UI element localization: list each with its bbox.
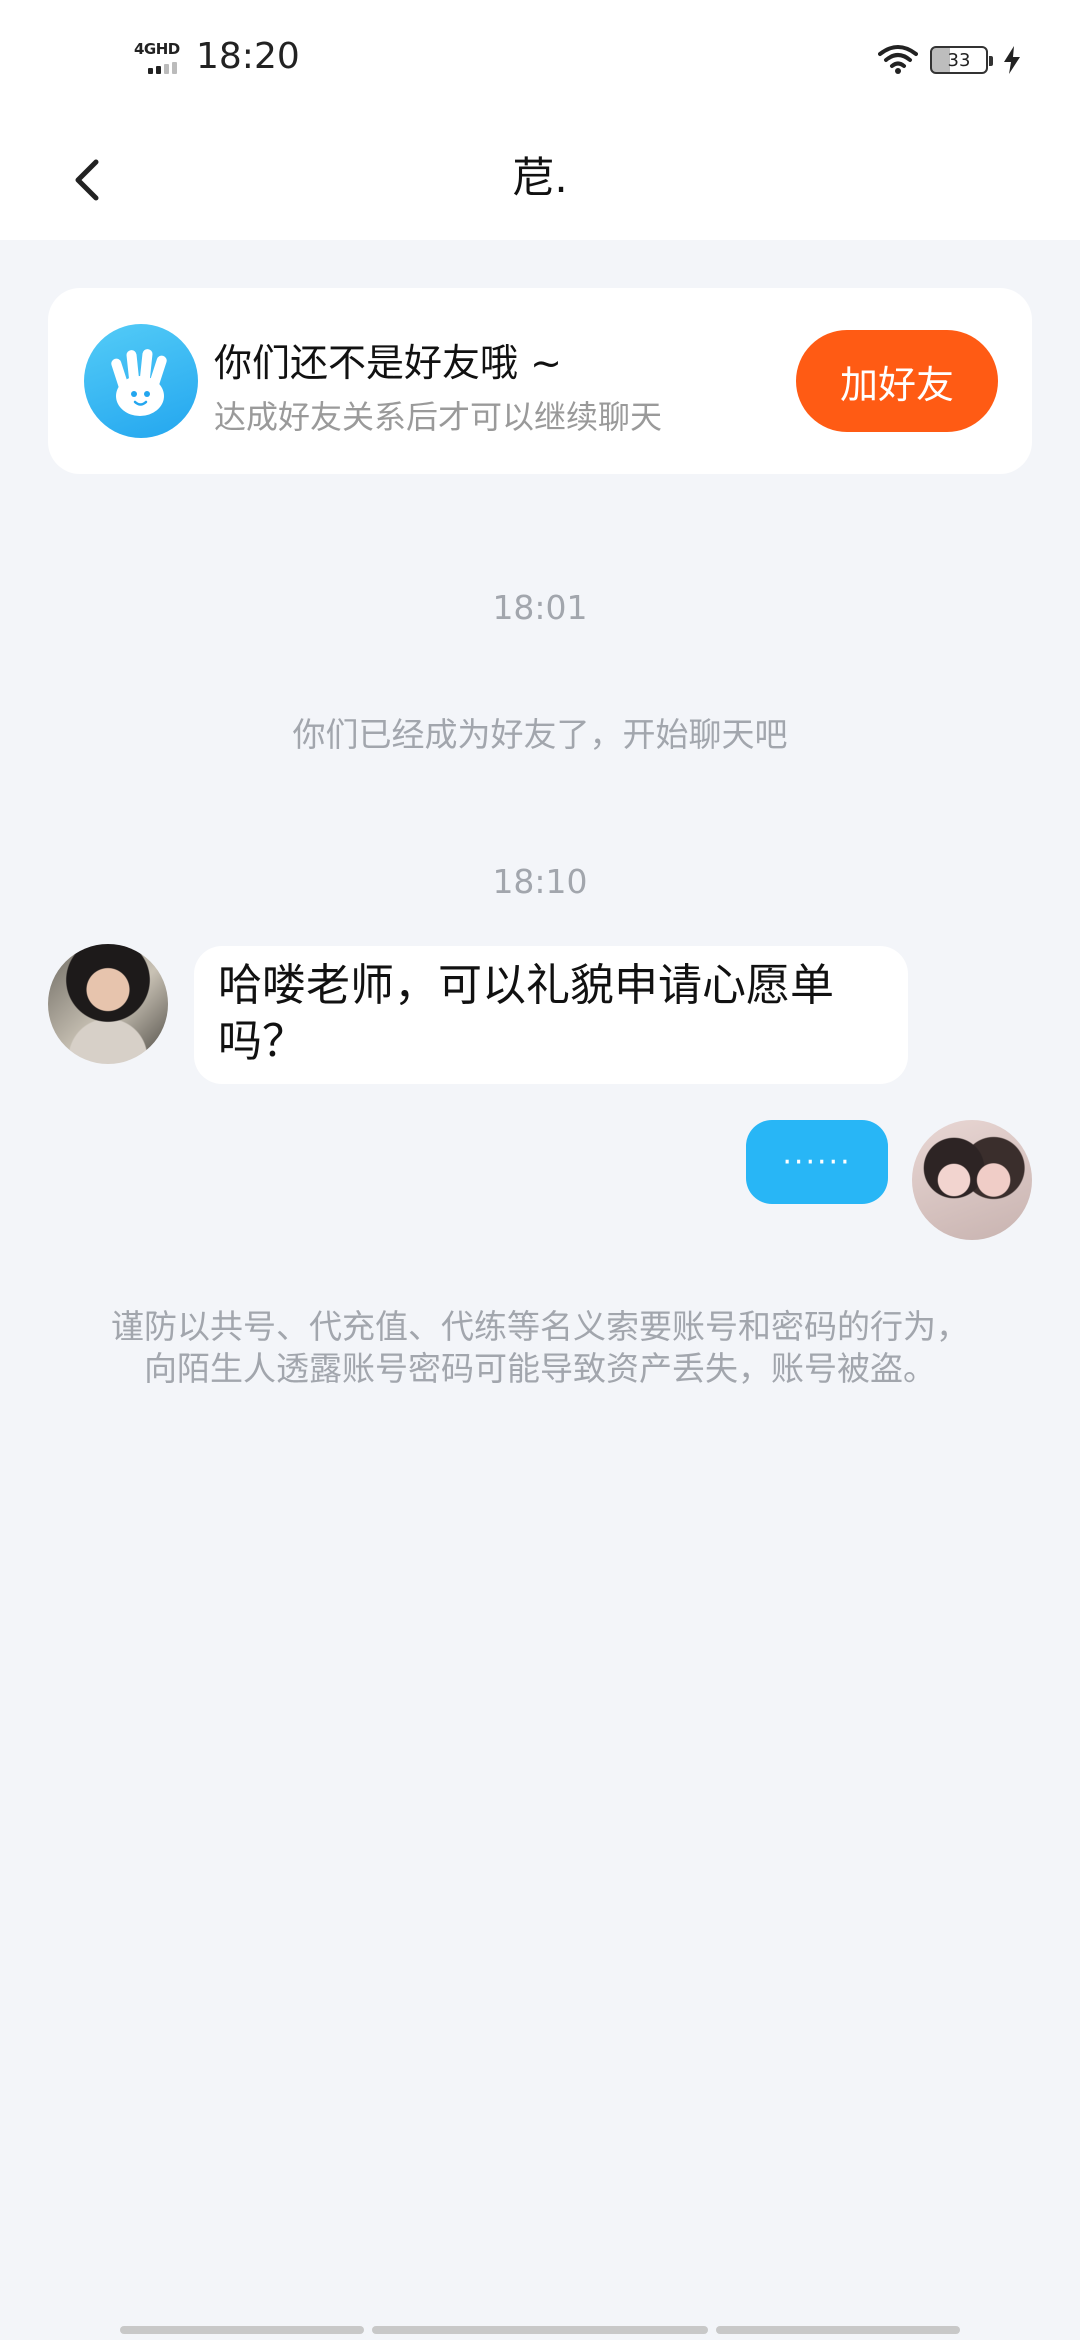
chat-timestamp: 18:01 (492, 588, 588, 627)
received-message-bubble[interactable]: 哈喽老师，可以礼貌申请心愿单吗？ (194, 946, 908, 1084)
friend-added-notice: 你们已经成为好友了，开始聊天吧 (292, 715, 788, 754)
status-time: 18:20 (196, 36, 300, 77)
add-friend-button[interactable]: 加好友 (796, 330, 998, 432)
waving-hand-icon (84, 324, 198, 438)
battery-level: 33 (947, 49, 971, 71)
home-indicator (372, 2326, 708, 2334)
status-bar: 4GHD 18:20 33 (0, 0, 1080, 120)
chat-timestamp: 18:10 (492, 862, 588, 901)
not-friends-subtitle: 达成好友关系后才可以继续聊天 (214, 398, 663, 436)
not-friends-card: 你们还不是好友哦 ~ 达成好友关系后才可以继续聊天 加好友 (48, 288, 1032, 474)
sent-message-bubble[interactable]: ······ (746, 1120, 888, 1204)
battery-icon: 33 (930, 46, 993, 74)
charging-icon (1004, 46, 1020, 74)
page-title: 苨. (512, 153, 568, 202)
contact-avatar[interactable] (48, 944, 168, 1064)
safety-warning: 谨防以共号、代充值、代练等名义索要账号和密码的行为，向陌生人透露账号密码可能导致… (111, 1307, 969, 1388)
wifi-icon (878, 45, 918, 74)
not-friends-title: 你们还不是好友哦 ~ (214, 341, 562, 385)
nav-bar: 苨. (0, 120, 1080, 240)
cellular-signal-icon: 4GHD (134, 40, 186, 76)
my-avatar[interactable] (912, 1120, 1032, 1240)
home-indicator (716, 2326, 960, 2334)
network-type: 4GHD (134, 40, 180, 58)
home-indicator (120, 2326, 364, 2334)
